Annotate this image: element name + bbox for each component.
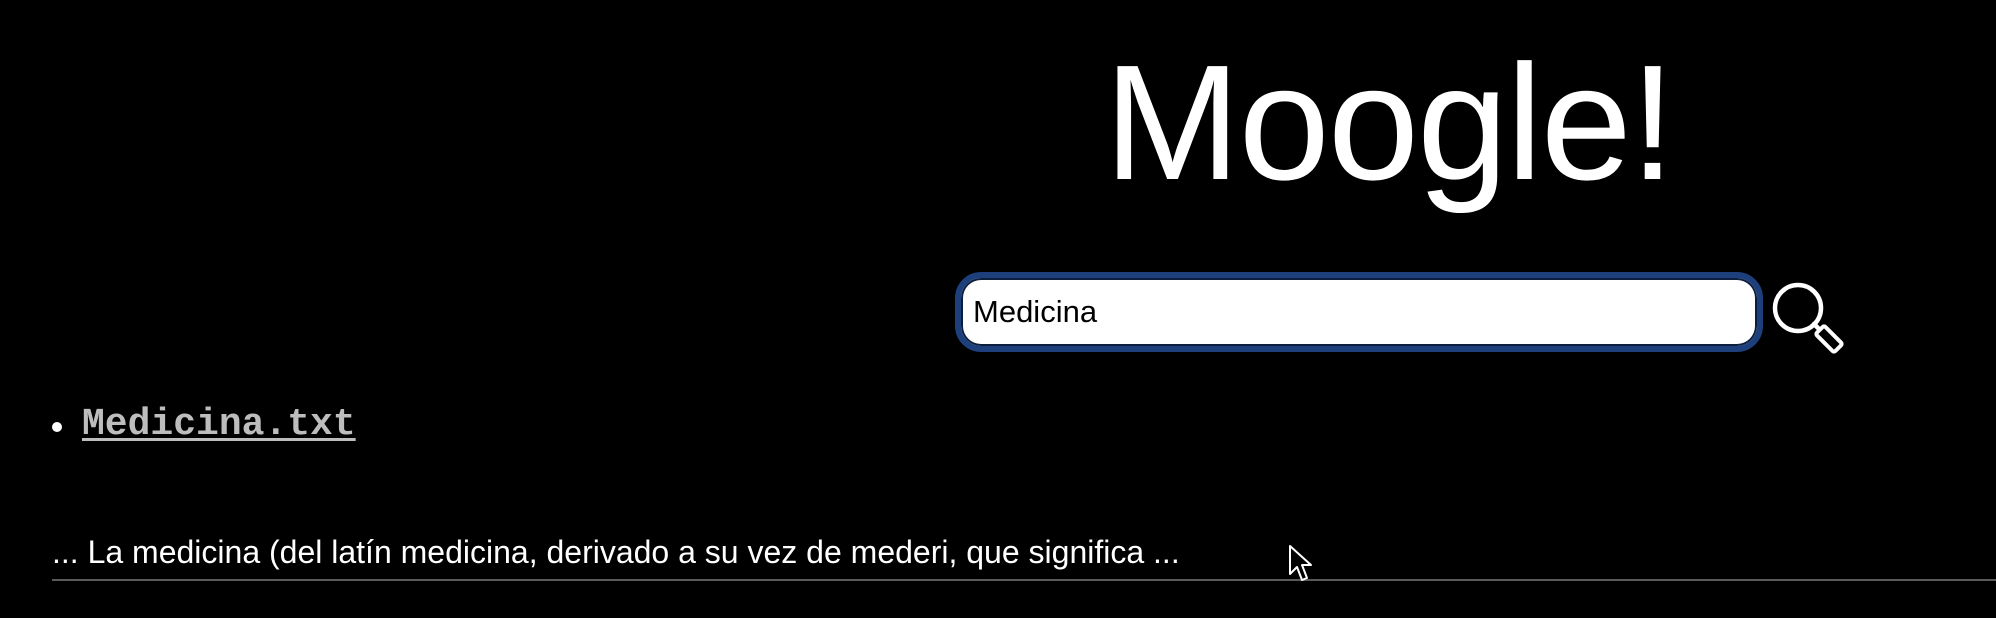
result-snippet: ... La medicina (del latín medicina, der… [52, 534, 1180, 570]
divider [52, 579, 1996, 581]
result-title-link[interactable]: Medicina.txt [82, 400, 356, 450]
search-button[interactable] [1766, 276, 1848, 358]
app-logo: Moogle! [1104, 31, 1675, 214]
mouse-cursor-icon [1289, 545, 1312, 581]
search-bar [955, 272, 1763, 352]
magnifier-icon [1772, 282, 1844, 354]
page: Moogle! Medicina.txt ... La medicina (de… [0, 0, 1996, 618]
search-input[interactable] [955, 272, 1763, 352]
bullet-icon [52, 422, 62, 432]
